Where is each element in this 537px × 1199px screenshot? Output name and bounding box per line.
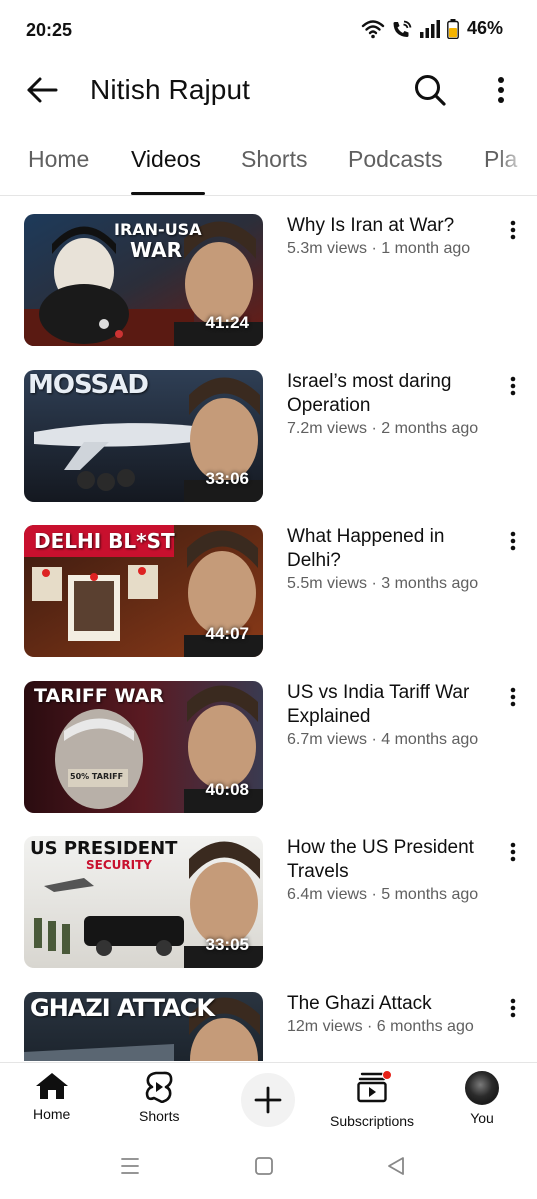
thumbnail-text: GHAZI ATTACK	[30, 994, 215, 1022]
notification-dot	[382, 1070, 393, 1080]
video-meta: 6.4m views · 5 months ago	[287, 886, 479, 903]
search-button[interactable]	[410, 70, 450, 110]
video-duration: 41:24	[205, 313, 249, 332]
video-item: MOSSAD 33:06 Israel’s most daring Operat…	[0, 353, 537, 502]
video-thumbnail[interactable]: DELHI BL*ST 44:07	[24, 525, 263, 657]
video-meta: 5.5m views · 3 months ago	[287, 575, 479, 592]
video-item: GHAZI ATTACK The Ghazi Attack 12m views …	[0, 975, 537, 1061]
video-more-button[interactable]	[500, 528, 526, 554]
plus-icon	[254, 1086, 282, 1114]
battery-icon	[447, 18, 459, 39]
thumbnail-text: SECURITY	[86, 858, 152, 872]
channel-title: Nitish Rajput	[90, 74, 251, 105]
thumbnail-text: 50% TARIFF	[70, 772, 124, 781]
video-list: IRAN-USA WAR 41:24 Why Is Iran at War? 5…	[0, 197, 537, 1061]
nav-label: Home	[33, 1106, 71, 1122]
nav-subscriptions[interactable]: Subscriptions	[330, 1070, 415, 1129]
tab-videos[interactable]: Videos	[131, 146, 201, 173]
video-more-button[interactable]	[500, 839, 526, 865]
video-meta: 6.7m views · 4 months ago	[287, 731, 479, 748]
tab-shorts[interactable]: Shorts	[241, 146, 307, 173]
back-arrow-icon	[27, 77, 58, 103]
video-more-button[interactable]	[500, 684, 526, 710]
video-meta: 5.3m views · 1 month ago	[287, 240, 471, 257]
home-icon	[35, 1073, 68, 1099]
video-duration: 44:07	[205, 624, 249, 643]
thumbnail-text: DELHI BL*ST	[34, 529, 175, 553]
video-thumbnail[interactable]: MOSSAD 33:06	[24, 370, 263, 502]
tab-overflow-fade	[497, 130, 537, 194]
more-vert-icon	[510, 531, 516, 551]
nav-shorts[interactable]: Shorts	[139, 1071, 179, 1124]
video-duration: 33:06	[205, 469, 249, 488]
video-duration: 40:08	[205, 780, 249, 799]
status-time: 20:25	[26, 20, 73, 40]
avatar	[465, 1071, 499, 1105]
search-icon	[415, 75, 446, 106]
more-vert-icon	[510, 687, 516, 707]
thumbnail-text: WAR	[130, 238, 183, 262]
video-title[interactable]: What Happened in Delhi?	[287, 525, 502, 573]
wifi-icon	[361, 19, 385, 38]
thumbnail-text: US PRESIDENT	[30, 838, 178, 859]
more-vert-icon	[510, 220, 516, 240]
thumbnail-text: MOSSAD	[28, 370, 149, 400]
video-item: IRAN-USA WAR 41:24 Why Is Iran at War? 5…	[0, 197, 537, 346]
more-vert-icon	[510, 998, 516, 1018]
signal-icon	[419, 19, 440, 38]
video-item: TARIFF WAR 50% TARIFF 40:08 US vs India …	[0, 664, 537, 813]
more-vert-icon	[510, 842, 516, 862]
shorts-icon	[145, 1071, 173, 1103]
battery-percent: 46%	[466, 18, 503, 38]
thumbnail-text: IRAN-USA	[114, 220, 202, 239]
nav-label: Shorts	[139, 1108, 180, 1124]
nav-label: You	[470, 1110, 494, 1126]
video-title[interactable]: US vs India Tariff War Explained	[287, 681, 502, 729]
nav-home[interactable]: Home	[33, 1071, 70, 1122]
video-more-button[interactable]	[500, 373, 526, 399]
app-bar: Nitish Rajput	[0, 60, 537, 120]
recent-apps-icon[interactable]	[120, 1156, 140, 1176]
video-thumbnail[interactable]: GHAZI ATTACK	[24, 992, 263, 1061]
tab-home[interactable]: Home	[28, 146, 89, 173]
home-system-icon[interactable]	[254, 1156, 274, 1176]
video-item: DELHI BL*ST 44:07 What Happened in Delhi…	[0, 508, 537, 657]
create-button[interactable]	[241, 1073, 295, 1127]
video-duration: 33:05	[205, 935, 249, 954]
wifi-calling-icon	[393, 20, 412, 37]
video-title[interactable]: The Ghazi Attack	[287, 992, 502, 1016]
thumbnail-text: TARIFF WAR	[34, 685, 164, 707]
video-title[interactable]: Why Is Iran at War?	[287, 214, 502, 238]
more-vert-icon	[510, 376, 516, 396]
bottom-navigation: Home Shorts Subscriptions You	[0, 1062, 537, 1136]
video-item: US PRESIDENT SECURITY 33:05 How the US P…	[0, 819, 537, 968]
tab-podcasts[interactable]: Podcasts	[348, 146, 443, 173]
back-system-icon[interactable]	[386, 1156, 406, 1176]
video-meta: 12m views · 6 months ago	[287, 1018, 474, 1035]
back-button[interactable]	[22, 72, 62, 108]
more-options-button[interactable]	[484, 70, 518, 110]
channel-tabs: Home Videos Shorts Podcasts Pla	[0, 130, 537, 196]
status-bar: 20:25 46%	[0, 0, 537, 60]
video-more-button[interactable]	[500, 217, 526, 243]
video-thumbnail[interactable]: TARIFF WAR 50% TARIFF 40:08	[24, 681, 263, 813]
video-title[interactable]: How the US President Travels	[287, 836, 502, 884]
video-meta: 7.2m views · 2 months ago	[287, 420, 479, 437]
status-icons: 46%	[361, 18, 503, 39]
nav-you[interactable]: You	[465, 1071, 499, 1126]
system-navigation-bar	[0, 1136, 537, 1199]
more-vert-icon	[498, 77, 504, 103]
video-title[interactable]: Israel’s most daring Operation	[287, 370, 502, 418]
video-thumbnail[interactable]: US PRESIDENT SECURITY 33:05	[24, 836, 263, 968]
nav-label: Subscriptions	[330, 1113, 415, 1129]
video-more-button[interactable]	[500, 995, 526, 1021]
video-thumbnail[interactable]: IRAN-USA WAR 41:24	[24, 214, 263, 346]
active-tab-indicator	[131, 192, 205, 195]
